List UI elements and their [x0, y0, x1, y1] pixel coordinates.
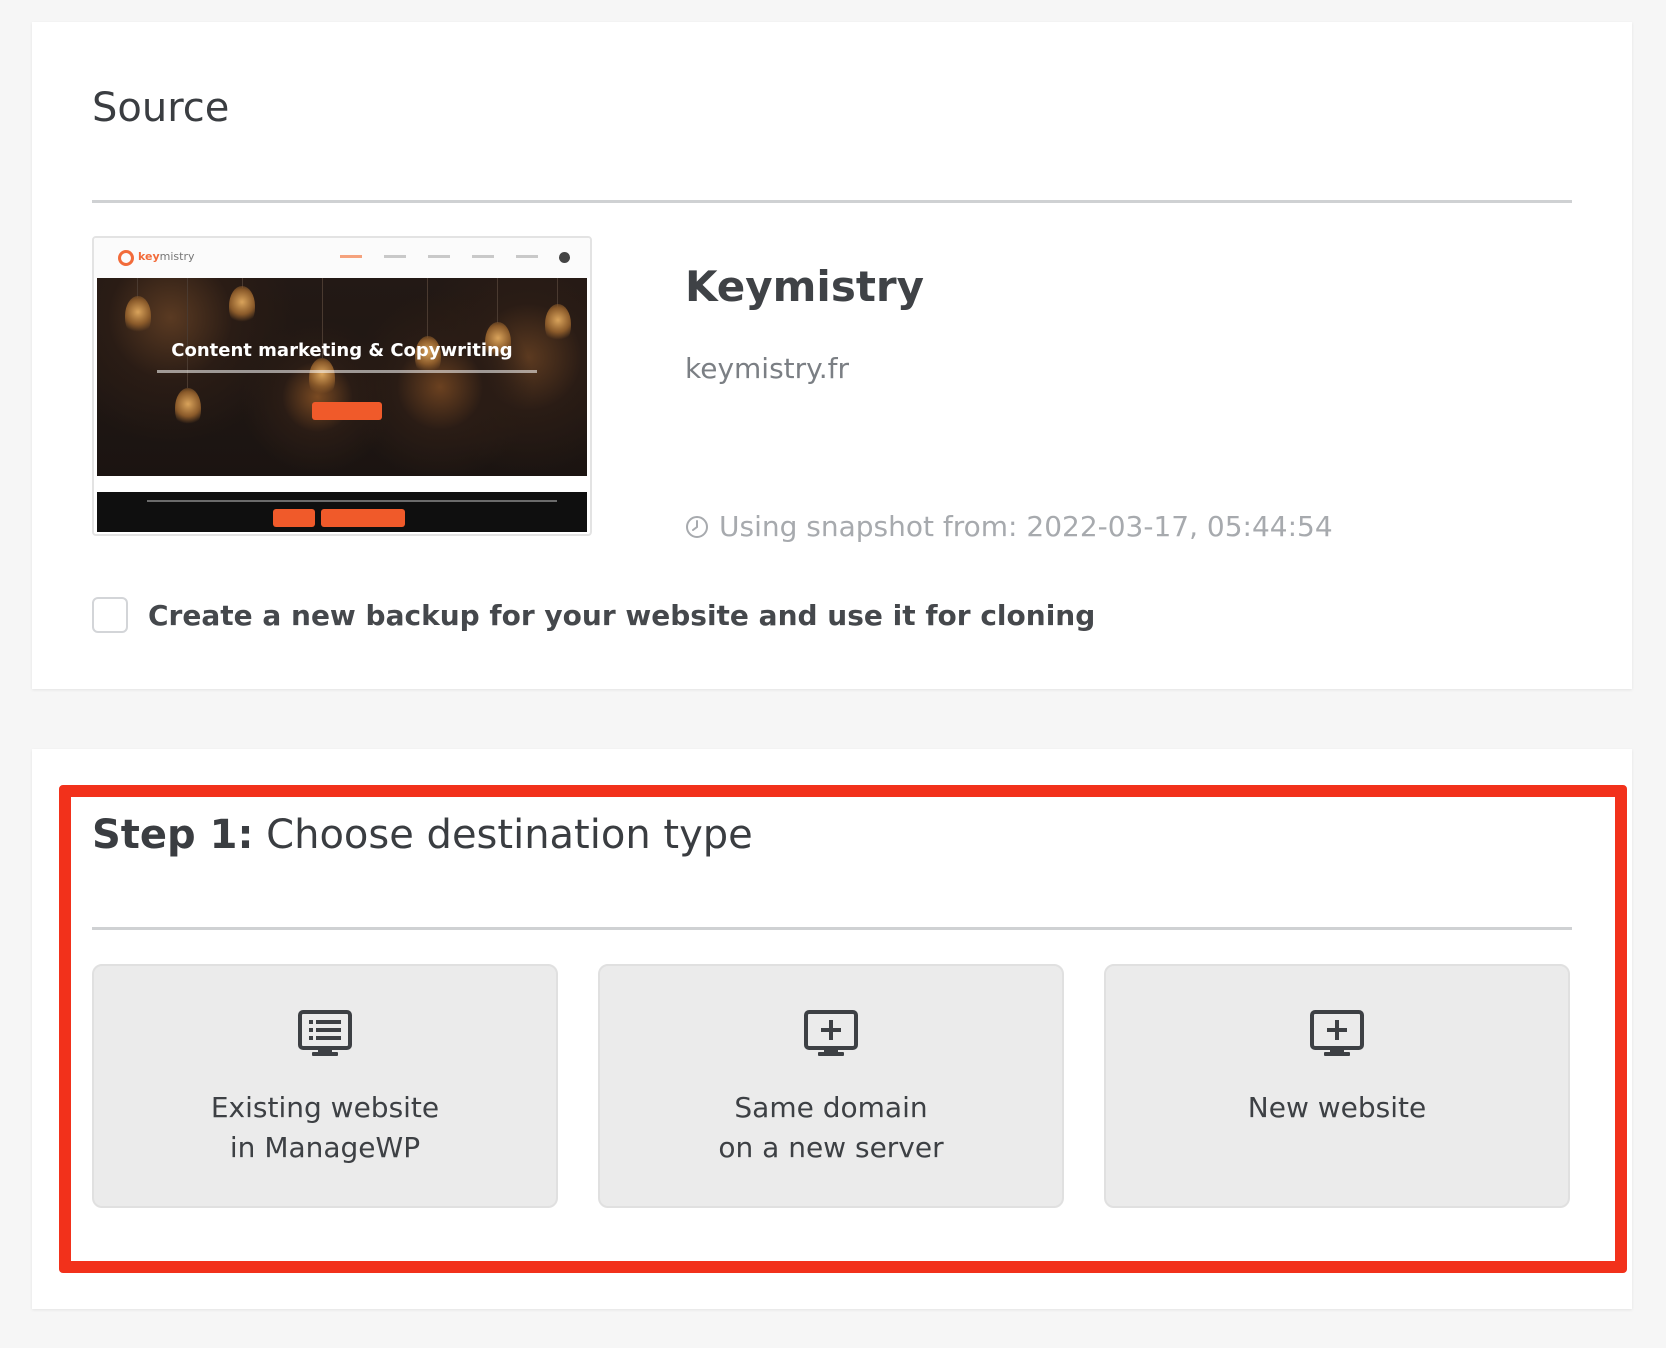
clock-icon — [686, 515, 708, 538]
thumbnail-cookie-bar — [97, 492, 587, 532]
add-monitor-icon — [1310, 1010, 1364, 1056]
destination-options: Existing website in ManageWP Same domain… — [92, 964, 1570, 1208]
option-label: New website — [1247, 1091, 1427, 1124]
source-card: Source keymistry Content marketing & Cop… — [32, 22, 1632, 689]
step-number: Step 1: — [92, 812, 254, 858]
list-monitor-icon — [298, 1010, 352, 1056]
thumbnail-nav: keymistry — [94, 238, 590, 278]
step-divider — [92, 927, 1572, 930]
destination-card: Step 1: Choose destination type Existing… — [32, 749, 1632, 1309]
snapshot-text: Using snapshot from: 2022-03-17, 05:44:5… — [719, 510, 1333, 543]
existing-website-option[interactable]: Existing website in ManageWP — [92, 964, 558, 1208]
snapshot-info: Using snapshot from: 2022-03-17, 05:44:5… — [685, 510, 1333, 544]
thumbnail-headline: Content marketing & Copywriting — [171, 340, 513, 361]
add-monitor-icon — [804, 1010, 858, 1056]
new-website-option[interactable]: New website — [1104, 964, 1570, 1208]
backup-option[interactable]: Create a new backup for your website and… — [92, 597, 1095, 633]
thumbnail-menu — [340, 255, 538, 258]
site-domain: keymistry.fr — [685, 352, 849, 385]
thumbnail-hero: Content marketing & Copywriting — [97, 278, 587, 476]
site-name: Keymistry — [685, 262, 924, 311]
backup-checkbox-label[interactable]: Create a new backup for your website and… — [148, 599, 1095, 632]
option-label: Same domain on a new server — [718, 1091, 944, 1164]
thumbnail-cta — [312, 402, 382, 420]
thumbnail-logo-icon — [118, 250, 134, 266]
option-label: Existing website in ManageWP — [210, 1091, 440, 1164]
source-divider — [92, 200, 1572, 203]
same-domain-option[interactable]: Same domain on a new server — [598, 964, 1064, 1208]
step-title: Step 1: Choose destination type — [92, 811, 753, 859]
site-thumbnail: keymistry Content marketing & Copywritin… — [92, 236, 592, 536]
thumbnail-subtext — [157, 370, 537, 373]
thumbnail-logo-text: keymistry — [138, 250, 195, 263]
backup-checkbox[interactable] — [92, 597, 128, 633]
step-title-text: Choose destination type — [253, 812, 753, 858]
source-title: Source — [92, 85, 230, 131]
thumbnail-linkedin-icon — [559, 252, 570, 263]
